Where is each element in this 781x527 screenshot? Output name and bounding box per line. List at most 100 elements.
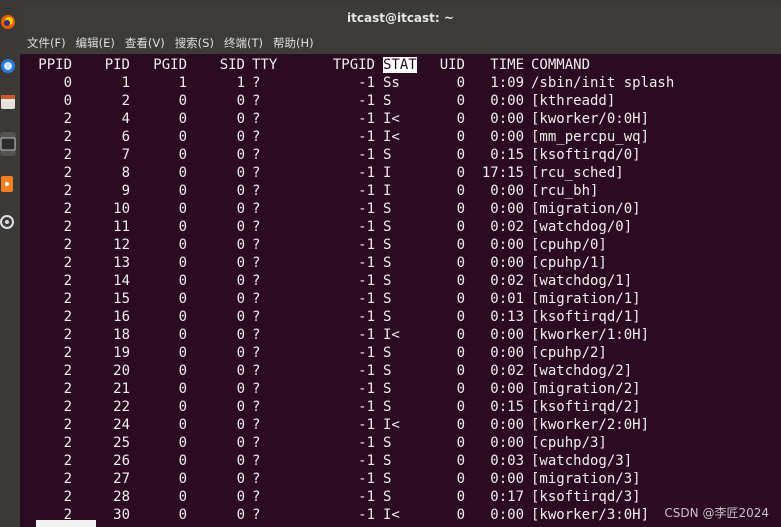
cell-time: 0:02 <box>490 219 524 235</box>
cell-pgid: 0 <box>178 255 187 271</box>
cell-sid: 0 <box>236 291 245 307</box>
cell-ppid: 2 <box>63 183 72 199</box>
cell-tpgid: -1 <box>358 147 375 163</box>
cell-command: [watchdog/3] <box>531 453 633 469</box>
cell-ppid: 2 <box>63 273 72 289</box>
process-row: 2 13 0 0? -1 S 0 0:00 [cpuhp/1] <box>20 254 781 272</box>
cell-sid: 0 <box>236 129 245 145</box>
process-row: 2 11 0 0? -1 S 0 0:02 [watchdog/0] <box>20 218 781 236</box>
cell-command: [migration/2] <box>531 381 641 397</box>
process-row: 2 14 0 0? -1 S 0 0:02 [watchdog/1] <box>20 272 781 290</box>
cell-pgid: 0 <box>178 327 187 343</box>
cell-tty: ? <box>252 255 261 271</box>
cell-tty: ? <box>252 165 261 181</box>
menu-bar: 文件(F) 编辑(E) 查看(V) 搜索(S) 终端(T) 帮助(H) <box>20 32 781 54</box>
cell-time: 0:00 <box>490 417 524 433</box>
cell-uid: 0 <box>456 93 465 109</box>
cell-ppid: 2 <box>63 309 72 325</box>
window-titlebar[interactable]: itcast@itcast: ~ <box>20 4 781 32</box>
cell-time: 0:15 <box>490 147 524 163</box>
cell-ppid: 2 <box>63 255 72 271</box>
cell-tpgid: -1 <box>358 93 375 109</box>
cell-pgid: 0 <box>178 471 187 487</box>
cell-tpgid: -1 <box>358 273 375 289</box>
cell-pid: 26 <box>113 453 130 469</box>
menu-file[interactable]: 文件(F) <box>27 35 66 51</box>
cell-stat: S <box>383 453 392 469</box>
cell-tpgid: -1 <box>358 381 375 397</box>
cell-command: [migration/1] <box>531 291 641 307</box>
cell-sid: 0 <box>236 381 245 397</box>
cell-sid: 0 <box>236 417 245 433</box>
cell-uid: 0 <box>456 165 465 181</box>
process-row: 2 10 0 0? -1 S 0 0:00 [migration/0] <box>20 200 781 218</box>
cell-time: 0:00 <box>490 255 524 271</box>
cell-pid: 21 <box>113 381 130 397</box>
cell-command: [kworker/0:0H] <box>531 111 650 127</box>
cell-uid: 0 <box>456 435 465 451</box>
launcher-dock <box>0 0 20 527</box>
cell-uid: 0 <box>456 345 465 361</box>
cell-pgid: 0 <box>178 381 187 397</box>
cell-uid: 0 <box>456 75 465 91</box>
cell-uid: 0 <box>456 417 465 433</box>
cell-pgid: 0 <box>178 201 187 217</box>
terminal-icon[interactable] <box>0 132 16 156</box>
cell-tty: ? <box>252 111 261 127</box>
cell-pgid: 0 <box>178 183 187 199</box>
cell-tty: ? <box>252 129 261 145</box>
terminal-output[interactable]: PPID PID PGID SID TTY TPGID STAT UID TIM… <box>20 54 781 527</box>
menu-search[interactable]: 搜索(S) <box>175 35 214 51</box>
cell-time: 0:00 <box>490 129 524 145</box>
software-icon[interactable] <box>0 172 16 196</box>
cell-pid: 25 <box>113 435 130 451</box>
cell-pid: 12 <box>113 237 130 253</box>
cut-off-panel <box>36 520 96 527</box>
menu-edit[interactable]: 编辑(E) <box>76 35 115 51</box>
cell-time: 0:17 <box>490 489 524 505</box>
cell-time: 0:00 <box>490 237 524 253</box>
cell-sid: 0 <box>236 363 245 379</box>
cell-uid: 0 <box>456 381 465 397</box>
cell-sid: 0 <box>236 471 245 487</box>
cell-command: [kthreadd] <box>531 93 616 109</box>
firefox-icon[interactable] <box>0 10 16 34</box>
cell-sid: 0 <box>236 507 245 523</box>
menu-terminal[interactable]: 终端(T) <box>224 35 263 51</box>
cell-tpgid: -1 <box>358 399 375 415</box>
process-row: 2 6 0 0? -1 I< 0 0:00 [mm_percpu_wq] <box>20 128 781 146</box>
cell-stat: S <box>383 93 392 109</box>
cell-sid: 0 <box>236 219 245 235</box>
cell-tty: ? <box>252 237 261 253</box>
cell-sid: 0 <box>236 237 245 253</box>
cell-tty: ? <box>252 471 261 487</box>
cell-tpgid: -1 <box>358 363 375 379</box>
cell-ppid: 2 <box>63 291 72 307</box>
cell-ppid: 2 <box>63 147 72 163</box>
cell-time: 0:00 <box>490 381 524 397</box>
settings-icon[interactable] <box>0 210 16 234</box>
cell-tpgid: -1 <box>358 183 375 199</box>
cell-tty: ? <box>252 309 261 325</box>
cell-uid: 0 <box>456 309 465 325</box>
menu-help[interactable]: 帮助(H) <box>273 35 314 51</box>
cell-stat: S <box>383 255 392 271</box>
cell-pgid: 0 <box>178 507 187 523</box>
cell-command: [ksoftirqd/2] <box>531 399 641 415</box>
cell-stat: S <box>383 201 392 217</box>
header-sid: SID <box>219 57 245 73</box>
cell-pid: 18 <box>113 327 130 343</box>
cell-pid: 1 <box>121 75 130 91</box>
cell-sid: 0 <box>236 453 245 469</box>
cell-pgid: 0 <box>178 111 187 127</box>
menu-view[interactable]: 查看(V) <box>125 35 165 51</box>
cell-pid: 10 <box>113 201 130 217</box>
process-row: 2 16 0 0? -1 S 0 0:13 [ksoftirqd/1] <box>20 308 781 326</box>
files-icon[interactable] <box>0 90 16 114</box>
cell-time: 0:00 <box>490 201 524 217</box>
cell-tpgid: -1 <box>358 201 375 217</box>
cell-stat: S <box>383 147 392 163</box>
cell-ppid: 2 <box>63 381 72 397</box>
thunderbird-icon[interactable] <box>0 54 16 78</box>
cell-pid: 8 <box>121 165 130 181</box>
